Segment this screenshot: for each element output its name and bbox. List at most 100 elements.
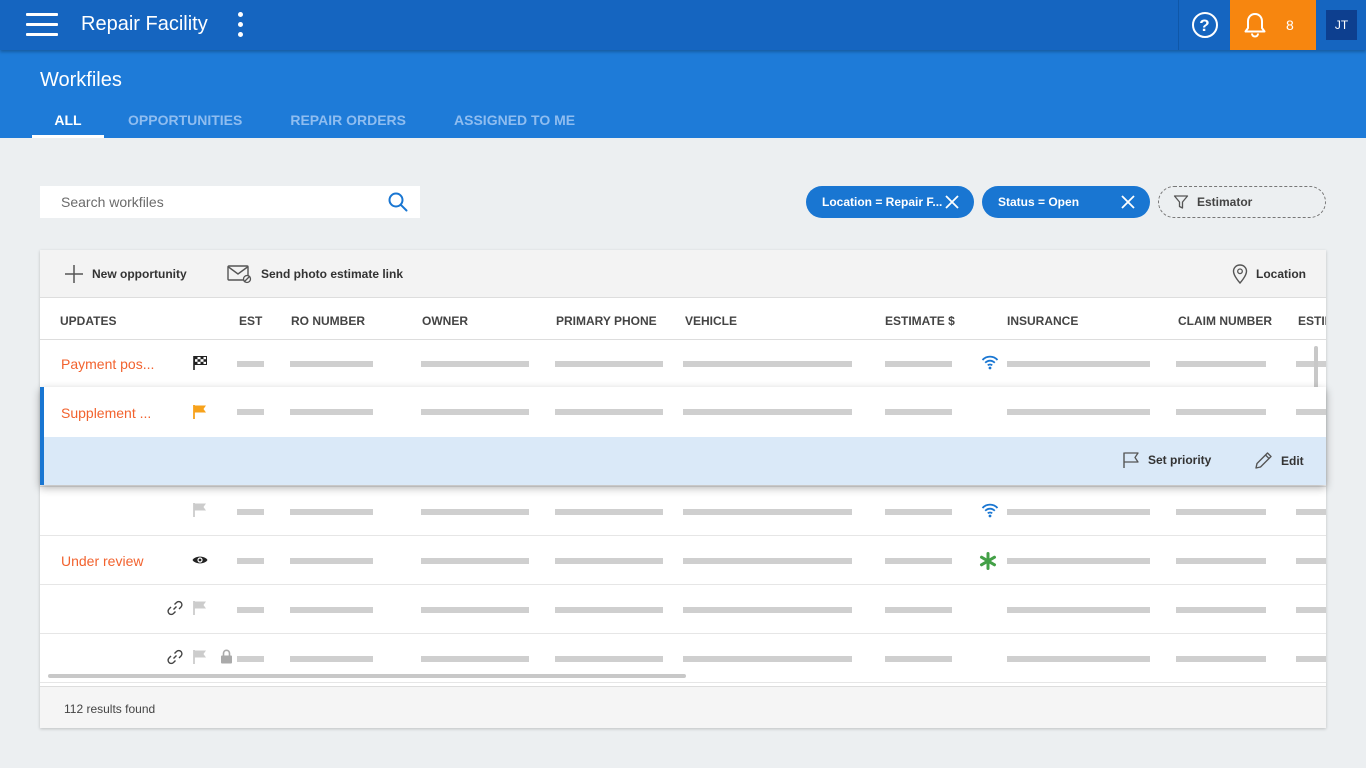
owner-placeholder (421, 656, 529, 662)
insurance-placeholder (1007, 509, 1150, 515)
close-icon[interactable] (944, 194, 960, 210)
owner-placeholder (421, 607, 529, 613)
location-pin-icon (1232, 264, 1248, 284)
notifications-button[interactable]: 8 (1230, 0, 1316, 50)
send-photo-estimate-link-button[interactable]: Send photo estimate link (227, 250, 403, 298)
column-header-insurance[interactable]: INSURANCE (1007, 314, 1078, 328)
set-priority-label: Set priority (1148, 453, 1212, 467)
table-row[interactable]: Under review (40, 536, 1326, 585)
filter-icon (1173, 195, 1189, 209)
help-icon: ? (1191, 12, 1218, 38)
estimator-placeholder (1296, 607, 1326, 613)
app-title: Repair Facility (81, 13, 208, 35)
user-avatar[interactable]: JT (1326, 10, 1357, 40)
location-filter-chip[interactable]: Location = Repair F... (806, 186, 974, 218)
estimator-placeholder (1296, 509, 1326, 515)
insurance-placeholder (1007, 361, 1150, 367)
phone-placeholder (555, 558, 663, 564)
close-icon[interactable] (1120, 194, 1136, 210)
estimate-placeholder (885, 509, 952, 515)
set-priority-button[interactable]: Set priority (1122, 451, 1211, 469)
column-header-estimate[interactable]: ESTIMATE $ (885, 314, 955, 328)
update-status: Under review (61, 553, 144, 569)
insurance-placeholder (1007, 409, 1150, 415)
vertical-scrollbar[interactable] (1314, 346, 1318, 392)
est-placeholder (237, 509, 264, 515)
tab-assigned-to-me[interactable]: ASSIGNED TO ME (454, 104, 575, 138)
flag-outline-icon (1123, 452, 1139, 468)
asterisk-icon (980, 552, 996, 570)
ro-number-placeholder (290, 361, 373, 367)
mail-link-icon (227, 265, 252, 284)
vehicle-placeholder (683, 409, 852, 415)
ro-number-placeholder (290, 509, 373, 515)
ro-number-placeholder (290, 607, 373, 613)
estimator-placeholder (1296, 656, 1326, 662)
claim-number-placeholder (1176, 509, 1266, 515)
column-header-est[interactable]: EST (239, 314, 262, 328)
new-opportunity-button[interactable]: New opportunity (64, 250, 187, 298)
estimator-placeholder (1296, 361, 1326, 367)
column-header-ro-number[interactable]: RO NUMBER (291, 314, 365, 328)
column-header-primary-phone[interactable]: PRIMARY PHONE (556, 314, 657, 328)
vehicle-placeholder (683, 558, 852, 564)
status-filter-label: Status = Open (998, 195, 1080, 209)
menu-icon[interactable] (26, 13, 58, 37)
table-footer: 112 results found (40, 686, 1326, 728)
grey-flag-icon (193, 503, 206, 517)
estimator-filter-chip[interactable]: Estimator (1158, 186, 1326, 218)
vehicle-placeholder (683, 656, 852, 662)
lock-icon (221, 649, 232, 664)
pencil-icon (1255, 452, 1272, 469)
column-header-vehicle[interactable]: VEHICLE (685, 314, 737, 328)
table-row[interactable] (40, 487, 1326, 536)
ro-number-placeholder (290, 656, 373, 662)
tab-opportunities[interactable]: OPPORTUNITIES (128, 104, 242, 138)
est-placeholder (237, 607, 264, 613)
notification-count: 8 (1286, 17, 1294, 33)
column-header-owner[interactable]: OWNER (422, 314, 468, 328)
owner-placeholder (421, 558, 529, 564)
edit-button[interactable]: Edit (1254, 451, 1304, 470)
table-header: UPDATES EST RO NUMBER OWNER PRIMARY PHON… (40, 299, 1326, 340)
column-header-claim-number[interactable]: CLAIM NUMBER (1178, 314, 1272, 328)
location-button[interactable]: Location (1232, 250, 1306, 298)
update-status: Payment pos... (61, 356, 155, 372)
wifi-icon (981, 355, 999, 370)
insurance-placeholder (1007, 558, 1150, 564)
link-icon (167, 649, 183, 665)
owner-placeholder (421, 361, 529, 367)
claim-number-placeholder (1176, 361, 1266, 367)
tab-repair-orders[interactable]: REPAIR ORDERS (290, 104, 406, 138)
vehicle-placeholder (683, 361, 852, 367)
plus-icon (65, 265, 83, 283)
eye-icon (192, 556, 208, 564)
workfiles-table-card: New opportunity Send photo estimate link… (40, 250, 1326, 728)
column-header-updates[interactable]: UPDATES (60, 314, 116, 328)
selected-table-row[interactable]: Supplement ... Set priority Edit (40, 387, 1326, 485)
update-status: Supplement ... (61, 405, 152, 421)
more-options-icon[interactable] (236, 12, 244, 38)
location-label: Location (1256, 267, 1306, 281)
grey-flag-icon (193, 650, 206, 664)
table-row[interactable]: Payment pos... (40, 340, 1326, 389)
claim-number-placeholder (1176, 656, 1266, 662)
table-row[interactable] (40, 585, 1326, 634)
page-header: Workfiles ALL OPPORTUNITIES REPAIR ORDER… (0, 50, 1366, 138)
help-button[interactable]: ? (1178, 0, 1230, 50)
page-title: Workfiles (40, 69, 122, 91)
estimator-placeholder (1296, 558, 1326, 564)
status-filter-chip[interactable]: Status = Open (982, 186, 1150, 218)
horizontal-scrollbar[interactable] (48, 674, 686, 678)
orange-flag-icon (193, 405, 206, 419)
tab-all[interactable]: ALL (32, 104, 104, 138)
grey-flag-icon (193, 601, 206, 615)
phone-placeholder (555, 361, 663, 367)
est-placeholder (237, 558, 264, 564)
new-opportunity-label: New opportunity (92, 267, 187, 281)
search-input[interactable] (40, 186, 370, 218)
search-icon[interactable] (388, 192, 408, 212)
phone-placeholder (555, 509, 663, 515)
column-header-estimator[interactable]: ESTIMATOR (1298, 314, 1326, 328)
estimate-placeholder (885, 656, 952, 662)
